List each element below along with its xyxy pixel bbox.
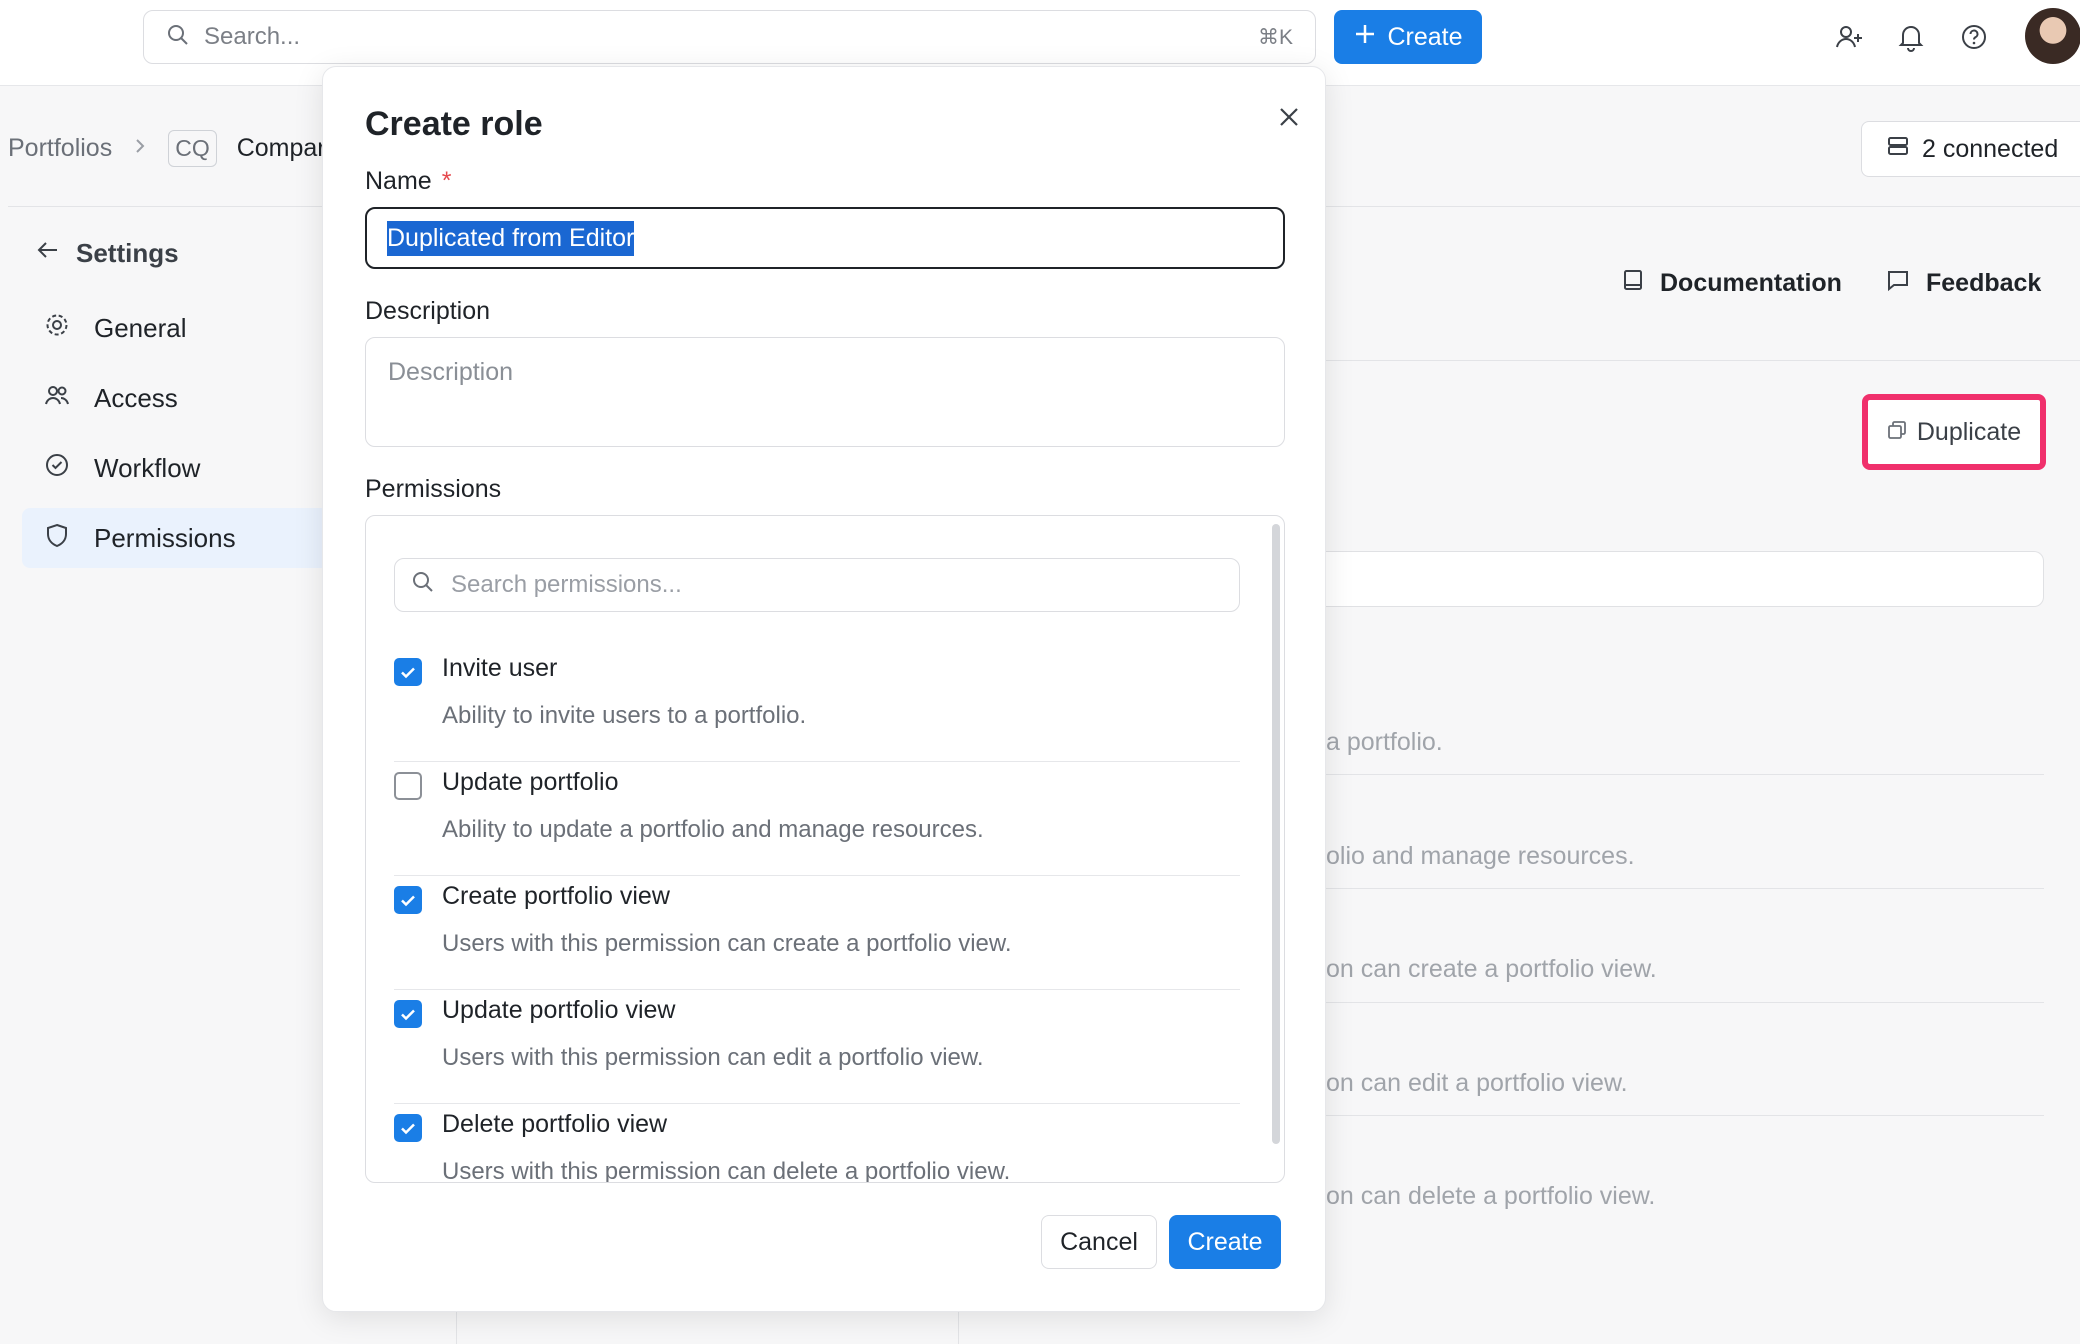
create-role-dialog: Create role Name * Duplicated from Editor… [322,66,1326,1312]
search-shortcut: ⌘K [1257,25,1293,49]
permission-checkbox[interactable] [394,772,422,800]
sidebar-item-permissions[interactable]: Permissions [22,508,342,568]
arrow-left-icon [36,238,60,269]
shield-icon [44,522,70,555]
create-button-label: Create [1387,22,1463,51]
sidebar-item-label: Access [94,382,178,413]
plus-icon [1353,22,1377,53]
name-field-value: Duplicated from Editor [387,220,635,256]
breadcrumb: Portfolios CQ Compar [8,130,326,167]
help-icon[interactable] [1957,20,1991,54]
chat-icon [1886,268,1910,299]
permission-description: Ability to invite users to a portfolio. [442,702,807,729]
sidebar-item-label: Permissions [94,522,236,553]
permission-checkbox[interactable] [394,658,422,686]
feedback-label: Feedback [1926,269,2042,297]
permission-name: Invite user [442,654,558,682]
feedback-link[interactable]: Feedback [1886,268,2041,299]
row-divider [1326,1115,2044,1116]
add-user-icon[interactable] [1832,20,1866,54]
permission-description: Ability to update a portfolio and manage… [442,816,984,843]
sidebar-item-label: Workflow [94,452,201,483]
background-row-text: on can delete a portfolio view. [1326,1182,1656,1210]
column-divider [456,1310,457,1344]
background-row-text: a portfolio. [1326,728,1443,756]
permissions-search-placeholder: Search permissions... [451,571,682,598]
create-button[interactable]: Create [1334,10,1482,64]
gear-icon [44,312,70,345]
background-search-input[interactable] [1326,551,2044,607]
documentation-link[interactable]: Documentation [1622,268,1842,299]
content-divider [1326,360,2080,361]
cancel-button[interactable]: Cancel [1041,1215,1157,1269]
row-divider [1326,774,2044,775]
permission-item-create-portfolio-view: Create portfolio view Users with this pe… [394,876,1240,990]
check-circle-icon [44,452,70,485]
permission-item-update-portfolio-view: Update portfolio view Users with this pe… [394,990,1240,1104]
description-field[interactable]: Description [365,337,1285,447]
breadcrumb-portfolios[interactable]: Portfolios [8,134,112,163]
copy-icon [1887,418,1907,447]
sidebar-item-general[interactable]: General [22,298,342,358]
server-icon [1886,134,1910,165]
connected-status-button[interactable]: 2 connected [1861,121,2080,177]
permission-name: Update portfolio [442,768,619,796]
permissions-list: Search permissions... Invite user Abilit… [365,515,1285,1183]
permission-name: Create portfolio view [442,882,670,910]
permission-checkbox[interactable] [394,886,422,914]
permission-description: Users with this permission can create a … [442,930,1012,957]
connected-label: 2 connected [1922,134,2059,163]
users-icon [44,382,70,415]
background-row-text: on can edit a portfolio view. [1326,1069,1628,1097]
permission-name: Delete portfolio view [442,1110,668,1138]
breadcrumb-company[interactable]: Compar [237,134,326,163]
background-row-text: olio and manage resources. [1326,842,1635,870]
dialog-title: Create role [365,105,543,143]
name-label: Name * [365,167,451,196]
permissions-scrollbar[interactable] [1272,524,1280,1144]
name-field[interactable]: Duplicated from Editor [365,207,1285,269]
permissions-search-input[interactable]: Search permissions... [394,558,1240,612]
permission-item-update-portfolio: Update portfolio Ability to update a por… [394,762,1240,876]
company-badge: CQ [168,130,217,167]
search-icon [166,23,190,52]
create-role-button[interactable]: Create [1169,1215,1281,1269]
row-divider [1326,1002,2044,1003]
permission-item-delete-portfolio-view: Delete portfolio view Users with this pe… [394,1104,1240,1183]
search-icon [411,570,435,601]
description-placeholder: Description [388,358,514,386]
sidebar-item-workflow[interactable]: Workflow [22,438,342,498]
search-placeholder: Search... [204,23,301,50]
settings-back-link[interactable]: Settings [36,238,179,269]
permission-item-invite-user: Invite user Ability to invite users to a… [394,648,1240,762]
documentation-label: Documentation [1660,269,1842,297]
description-label: Description [365,297,491,325]
permission-checkbox[interactable] [394,1114,422,1142]
close-icon[interactable] [1269,97,1309,137]
avatar[interactable] [2025,8,2080,64]
chevron-right-icon [132,134,148,163]
permission-checkbox[interactable] [394,1000,422,1028]
permission-name: Update portfolio view [442,996,676,1024]
row-divider [1326,888,2044,889]
duplicate-button[interactable]: Duplicate [1862,394,2046,470]
bell-icon[interactable] [1894,20,1928,54]
global-search-input[interactable]: Search... ⌘K [143,10,1316,64]
permission-description: Users with this permission can delete a … [442,1158,1011,1183]
duplicate-label: Duplicate [1916,417,2022,446]
sidebar-item-label: General [94,312,187,343]
required-mark: * [441,167,452,195]
column-divider [958,1310,959,1344]
book-icon [1622,268,1644,299]
permission-description: Users with this permission can edit a po… [442,1044,984,1071]
permissions-label: Permissions [365,475,502,503]
sidebar-item-access[interactable]: Access [22,368,342,428]
background-row-text: on can create a portfolio view. [1326,955,1657,983]
settings-title: Settings [76,238,179,268]
name-label-text: Name [365,167,432,195]
